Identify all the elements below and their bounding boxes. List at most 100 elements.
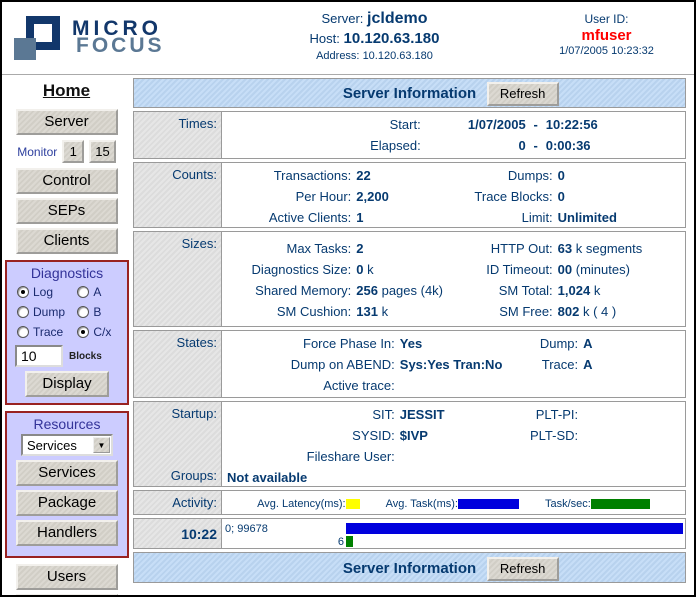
host-label: Host: [310, 31, 340, 46]
stat-value: 10:22:56 [546, 114, 685, 135]
monitor-controls: Monitor 1 15 [2, 140, 131, 163]
groups-value: Not available [222, 467, 685, 488]
stat-value: 256 [356, 283, 378, 298]
timeline-row: 10:22 0; 99678 6 [133, 518, 686, 549]
logo-text-focus: FOCUS [72, 37, 165, 54]
stat-pair: PLT-PI: [500, 404, 685, 425]
tasksec-bar [591, 499, 650, 509]
stat-unit: k ( 4 ) [583, 304, 616, 319]
chevron-down-icon[interactable]: ▼ [93, 437, 110, 453]
blocks-input[interactable] [15, 345, 63, 367]
radio-log-icon[interactable] [17, 286, 29, 298]
host-value: 10.120.63.180 [344, 30, 440, 47]
server-label: Server: [322, 11, 364, 26]
stat-pair: Shared Memory:256 pages (4k) [222, 280, 454, 301]
users-button[interactable]: Users [16, 564, 118, 590]
stat-pair: Fileshare User: [222, 446, 500, 467]
server-button[interactable]: Server [16, 109, 118, 135]
stat-value [583, 404, 685, 425]
user-identity: User ID: mfuser 1/07/2005 10:23:32 [529, 2, 694, 57]
sizes-row-body: Max Tasks:2 Diagnostics Size:0 k Shared … [222, 232, 685, 326]
task-bar [458, 499, 519, 509]
seps-button[interactable]: SEPs [16, 198, 118, 224]
radio-cx-icon[interactable] [77, 326, 89, 338]
stat-label: Limit: [454, 207, 558, 228]
stat-unit: k [367, 262, 374, 277]
user-id-value: mfuser [529, 27, 684, 44]
services-button[interactable]: Services [16, 460, 118, 486]
stat-label: PLT-SD: [500, 425, 583, 446]
radio-log[interactable]: Log [17, 285, 77, 299]
activity-legend: Avg. Latency(ms): Avg. Task(ms): Task/se… [222, 491, 685, 514]
stat-label: Dumps: [454, 165, 558, 186]
monitor-label: Monitor [17, 145, 57, 159]
stat-value: Unlimited [558, 207, 685, 228]
stat-value [583, 425, 685, 446]
stat-label: Per Hour: [222, 186, 356, 207]
sizes-row: Sizes: Max Tasks:2 Diagnostics Size:0 k … [133, 231, 686, 327]
stat-pair: Limit:Unlimited [454, 207, 686, 228]
address-line: Address: 10.120.63.180 [220, 50, 529, 62]
bottom-title-bar: Server Information Refresh [133, 552, 686, 583]
resources-select[interactable]: Services ▼ [21, 434, 113, 456]
states-row: States: Force Phase In:Yes Dump on ABEND… [133, 330, 686, 398]
user-id-label: User ID: [529, 12, 684, 26]
timeline-blue-bar [346, 523, 683, 534]
login-timestamp: 1/07/2005 10:23:32 [529, 45, 684, 57]
refresh-button-top[interactable]: Refresh [487, 82, 559, 106]
display-button[interactable]: Display [25, 371, 109, 397]
timeline-line2-value: 6 [222, 536, 346, 548]
handlers-button[interactable]: Handlers [16, 520, 118, 546]
stat-value: 1/07/2005 [426, 114, 526, 135]
radio-a[interactable]: A [77, 285, 121, 299]
server-identity: Server: jcldemo Host: 10.120.63.180 Addr… [220, 2, 529, 62]
stat-pair: SM Cushion:131 k [222, 301, 454, 322]
stat-label: SM Total: [454, 280, 558, 301]
sizes-row-label: Sizes: [134, 232, 222, 326]
server-value: jcldemo [367, 10, 427, 27]
stat-pair: SM Total:1,024 k [454, 280, 686, 301]
stat-label: SIT: [222, 404, 400, 425]
stat-unit: k [594, 283, 601, 298]
clients-button[interactable]: Clients [16, 228, 118, 254]
stat-label: Diagnostics Size: [222, 259, 356, 280]
micro-focus-logo: MICRO FOCUS [2, 2, 220, 60]
stat-value: 22 [356, 165, 453, 186]
radio-dump[interactable]: Dump [17, 305, 77, 319]
monitor-15-button[interactable]: 15 [89, 140, 115, 163]
stat-pair: Diagnostics Size:0 k [222, 259, 454, 280]
home-link[interactable]: Home [43, 81, 90, 101]
blocks-control: Blocks [7, 343, 127, 371]
monitor-1-button[interactable]: 1 [62, 140, 84, 163]
stat-label: Force Phase In: [222, 333, 400, 354]
radio-b-icon[interactable] [77, 306, 89, 318]
stat-label: Start: [222, 114, 426, 135]
radio-cx[interactable]: C/x [77, 325, 121, 339]
radio-dump-icon[interactable] [17, 306, 29, 318]
radio-trace[interactable]: Trace [17, 325, 77, 339]
stat-pair: Dump on ABEND:Sys:Yes Tran:No [222, 354, 500, 375]
stat-pair: Dump:A [500, 333, 685, 354]
timeline-line1-value: 0; 99678 [222, 523, 346, 535]
stat-label: ID Timeout: [454, 259, 558, 280]
startup-row-label: Startup: [134, 406, 217, 421]
stat-label: PLT-PI: [500, 404, 583, 425]
times-row: Times: Start: 1/07/2005 - 10:22:56 Elaps… [133, 111, 686, 159]
resources-select-value: Services [23, 438, 93, 453]
stat-value: 2,200 [356, 186, 453, 207]
control-button[interactable]: Control [16, 168, 118, 194]
app-window: MICRO FOCUS Server: jcldemo Host: 10.120… [0, 0, 696, 597]
stat-value: 1 [356, 207, 453, 228]
stat-value: 0 [558, 186, 685, 207]
states-row-label: States: [134, 331, 222, 397]
package-button[interactable]: Package [16, 490, 118, 516]
radio-a-icon[interactable] [77, 286, 89, 298]
diagnostics-panel: Diagnostics Log A Dump B Trace C/x Block… [5, 260, 129, 405]
content-area: Home Server Monitor 1 15 Control SEPs Cl… [2, 74, 694, 597]
stat-pair: SIT:JESSIT [222, 404, 500, 425]
radio-trace-icon[interactable] [17, 326, 29, 338]
page-header: MICRO FOCUS Server: jcldemo Host: 10.120… [2, 2, 694, 74]
stat-value: $IVP [400, 425, 500, 446]
refresh-button-bottom[interactable]: Refresh [487, 557, 559, 581]
radio-b[interactable]: B [77, 305, 121, 319]
